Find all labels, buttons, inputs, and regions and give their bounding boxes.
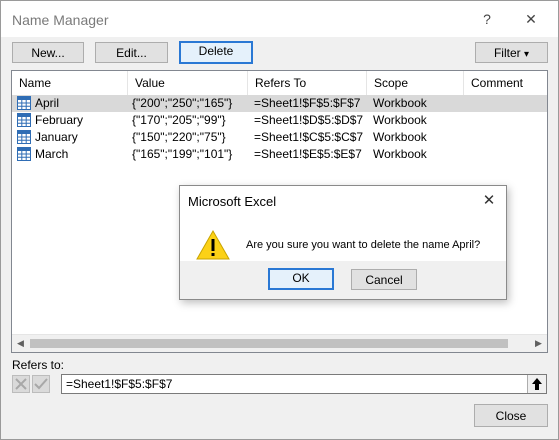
- cell-scope: Workbook: [373, 147, 427, 161]
- cancel-button[interactable]: Cancel: [351, 269, 417, 290]
- window-close-button[interactable]: ✕: [519, 9, 543, 29]
- cell-name: February: [35, 113, 84, 127]
- header-value[interactable]: Value: [128, 71, 248, 95]
- cell-scope: Workbook: [373, 130, 427, 144]
- scroll-right-icon[interactable]: ▶: [530, 335, 547, 352]
- table-grid-icon: [17, 113, 31, 127]
- table-grid-icon: [17, 130, 31, 144]
- header-name[interactable]: Name: [12, 71, 128, 95]
- window-title: Name Manager: [12, 12, 109, 28]
- delete-button[interactable]: Delete: [179, 41, 253, 64]
- horizontal-scrollbar[interactable]: ◀ ▶: [12, 334, 547, 352]
- chevron-down-icon: ▾: [523, 49, 530, 60]
- new-button[interactable]: New...: [12, 42, 84, 63]
- cell-scope: Workbook: [373, 96, 427, 110]
- dialog-title: Microsoft Excel: [188, 194, 277, 209]
- cell-refers-to: =Sheet1!$C$5:$C$7: [254, 130, 364, 144]
- confirm-delete-dialog: Microsoft Excel ✕ Are you sure you want …: [179, 185, 507, 300]
- cell-value: {"150";"220";"75"}: [132, 130, 226, 144]
- list-header: Name Value Refers To Scope Comment: [12, 71, 547, 96]
- cell-refers-to: =Sheet1!$D$5:$D$7: [254, 113, 364, 127]
- dialog-footer: OK Cancel: [180, 261, 506, 299]
- cancel-edit-icon[interactable]: [12, 375, 30, 393]
- table-row[interactable]: April {"200";"250";"165"} =Sheet1!$F$5:$F$…: [12, 95, 547, 112]
- cell-name: April: [35, 96, 60, 110]
- close-button-label: Close: [495, 409, 527, 423]
- title-bar: Name Manager ? ✕: [1, 1, 558, 37]
- table-row[interactable]: January {"150";"220";"75"} =Sheet1!$C$5:$C…: [12, 129, 547, 146]
- filter-button[interactable]: Filter ▾: [475, 42, 548, 63]
- close-button[interactable]: Close: [474, 404, 548, 427]
- cell-scope: Workbook: [373, 113, 427, 127]
- check-icon: [34, 378, 48, 390]
- x-icon: [15, 378, 27, 390]
- refers-to-label: Refers to:: [12, 358, 65, 372]
- ok-button[interactable]: OK: [268, 268, 334, 290]
- dialog-message: Are you sure you want to delete the name…: [246, 239, 481, 251]
- delete-button-label: Delete: [198, 44, 234, 58]
- refers-to-value: =Sheet1!$F$5:$F$7: [66, 377, 173, 391]
- refers-to-input[interactable]: =Sheet1!$F$5:$F$7: [61, 374, 547, 394]
- up-arrow-icon: [532, 378, 542, 390]
- cell-value: {"170";"205";"99"}: [132, 113, 226, 127]
- cell-name: March: [35, 147, 69, 161]
- warning-icon: [196, 230, 230, 260]
- cell-value: {"200";"250";"165"}: [132, 96, 233, 110]
- dialog-close-button[interactable]: ✕: [478, 190, 500, 212]
- collapse-dialog-icon[interactable]: [527, 375, 546, 393]
- cell-value: {"165";"199";"101"}: [132, 147, 233, 161]
- filter-button-label: Filter: [493, 46, 521, 60]
- scroll-left-icon[interactable]: ◀: [12, 335, 29, 352]
- table-grid-icon: [17, 147, 31, 161]
- header-comment[interactable]: Comment: [464, 71, 547, 95]
- cell-name: January: [35, 130, 78, 144]
- edit-button[interactable]: Edit...: [95, 42, 168, 63]
- header-scope[interactable]: Scope: [367, 71, 464, 95]
- ok-button-label: OK: [292, 271, 310, 285]
- table-row[interactable]: February {"170";"205";"99"} =Sheet1!$D$5:$…: [12, 112, 547, 129]
- confirm-edit-icon[interactable]: [32, 375, 50, 393]
- new-button-label: New...: [31, 46, 65, 60]
- header-refers-to[interactable]: Refers To: [248, 71, 367, 95]
- cancel-button-label: Cancel: [365, 273, 403, 287]
- edit-button-label: Edit...: [116, 46, 147, 60]
- help-button[interactable]: ?: [475, 9, 499, 29]
- scroll-thumb[interactable]: [30, 339, 508, 348]
- cell-refers-to: =Sheet1!$F$5:$F$7: [254, 96, 361, 110]
- cell-refers-to: =Sheet1!$E$5:$E$7: [254, 147, 362, 161]
- table-row[interactable]: March {"165";"199";"101"} =Sheet1!$E$5:$E$…: [12, 146, 547, 163]
- table-grid-icon: [17, 96, 31, 110]
